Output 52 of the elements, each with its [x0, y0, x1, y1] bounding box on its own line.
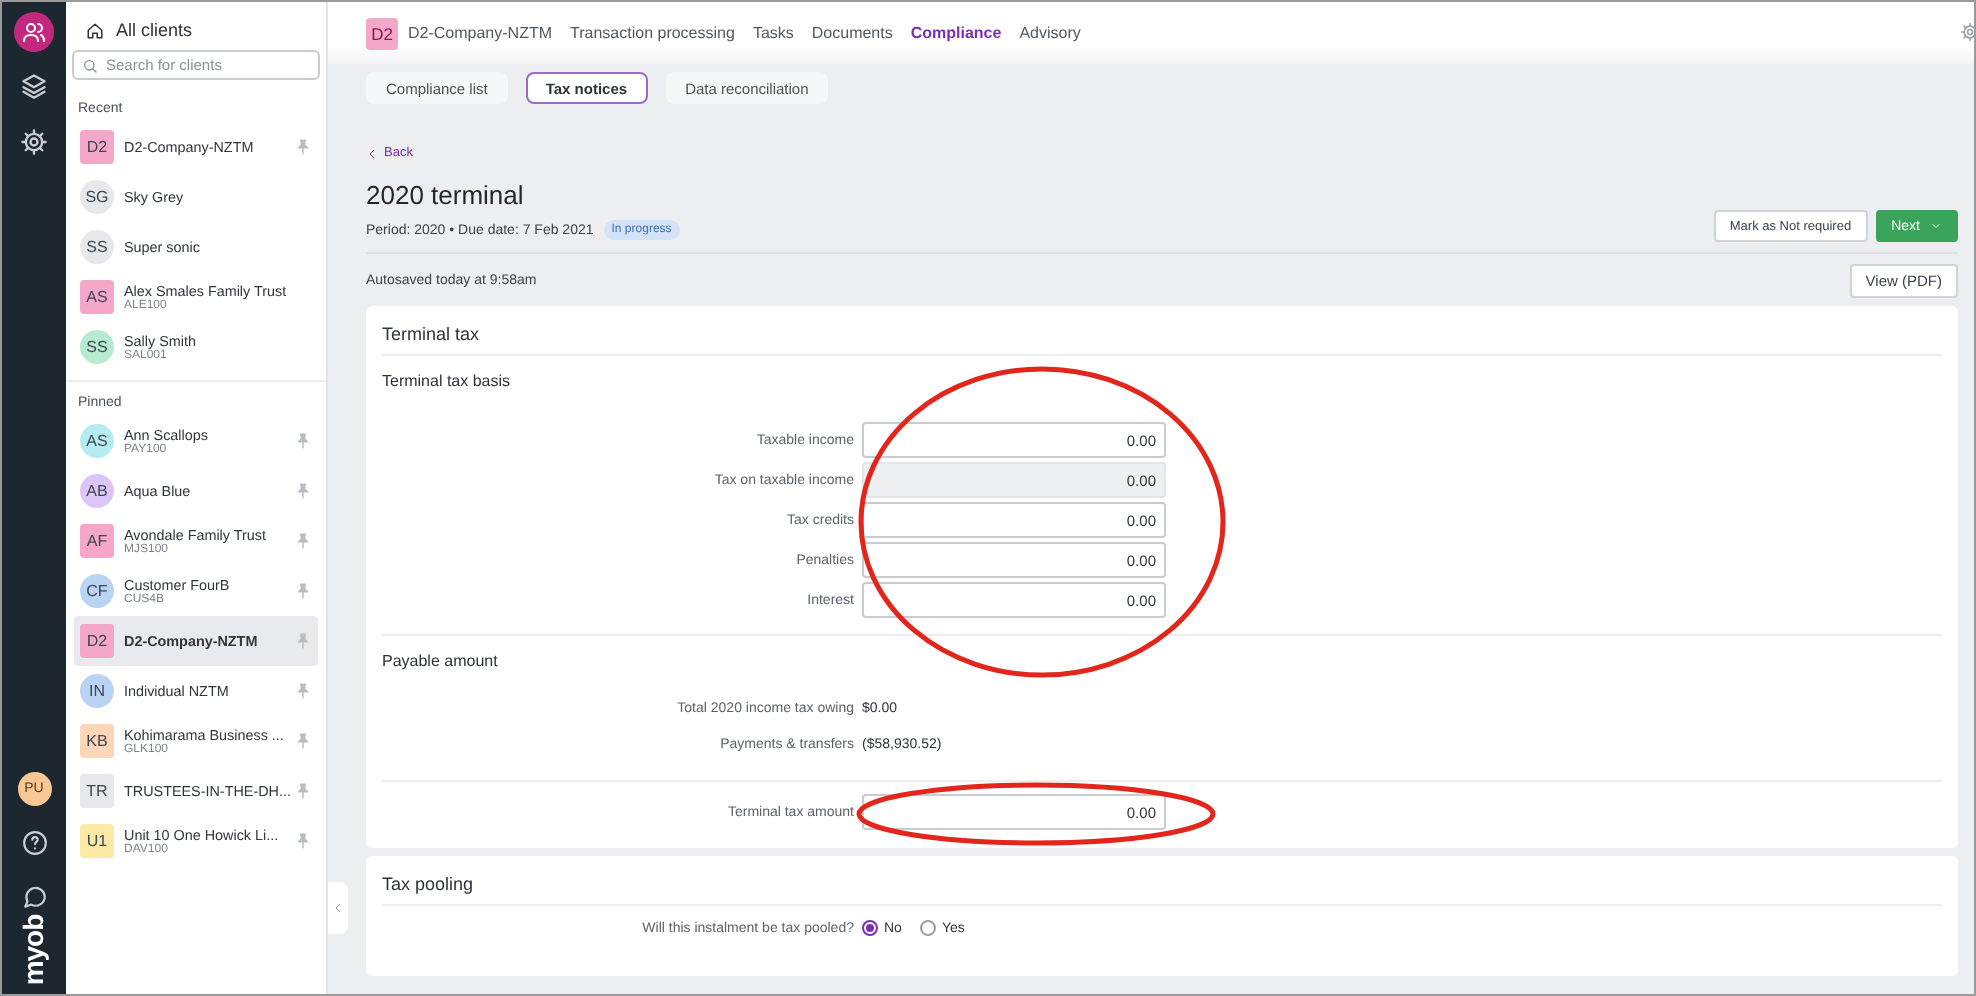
help-icon[interactable]	[21, 830, 47, 856]
caret-icon	[1930, 220, 1942, 232]
card-title: Tax pooling	[382, 856, 1942, 906]
nav-tab[interactable]: Tasks	[752, 24, 794, 42]
client-avatar: AS	[80, 424, 114, 458]
client-avatar: AB	[80, 474, 114, 508]
home-icon	[86, 21, 104, 39]
nav-tab[interactable]: Advisory	[1019, 24, 1081, 42]
pin-icon[interactable]	[294, 682, 312, 700]
radio-button[interactable]	[919, 920, 936, 936]
pin-icon[interactable]	[294, 782, 312, 800]
nav-tab[interactable]: Transaction processing	[570, 24, 735, 42]
client-avatar: TR	[80, 774, 114, 808]
logo: myob	[18, 914, 50, 986]
client-badge: D2	[366, 17, 398, 49]
section-heading: Payable amount	[382, 650, 500, 670]
nav-tab[interactable]: Compliance	[910, 24, 1002, 42]
users-icon	[22, 20, 46, 44]
pin-icon[interactable]	[294, 732, 312, 750]
client-avatar: D2	[80, 624, 114, 658]
client-avatar: SS	[80, 330, 114, 364]
pin-icon[interactable]	[294, 482, 312, 500]
pin-icon[interactable]	[294, 532, 312, 550]
nav-tab[interactable]: Documents	[811, 24, 893, 42]
client-avatar: D2	[80, 130, 114, 164]
pin-icon[interactable]	[294, 582, 312, 600]
section-heading: Terminal tax basis	[382, 370, 513, 390]
settings-icon[interactable]	[20, 128, 48, 156]
pin-icon[interactable]	[294, 432, 312, 450]
card-title: Terminal tax	[382, 306, 1942, 356]
pin-icon[interactable]	[294, 832, 312, 850]
client-avatar: AS	[80, 280, 114, 314]
layers-icon[interactable]	[20, 72, 48, 100]
pin-icon[interactable]	[294, 632, 312, 650]
client-avatar: CF	[80, 574, 114, 608]
client-avatar: IN	[80, 674, 114, 708]
search-icon	[82, 58, 98, 74]
pin-icon[interactable]	[294, 138, 312, 156]
radio-button[interactable]	[862, 920, 878, 936]
client-name: D2-Company-NZTM	[408, 24, 553, 42]
chevron-left-icon	[332, 902, 344, 914]
page-title: 2020 terminal	[366, 180, 526, 210]
client-avatar: SG	[80, 180, 114, 214]
clients-button[interactable]	[14, 12, 54, 52]
chat-icon[interactable]	[21, 884, 47, 910]
chevron-left-icon	[366, 147, 378, 159]
collapse-button[interactable]	[328, 882, 348, 934]
client-avatar: SS	[80, 230, 114, 264]
client-avatar: U1	[80, 824, 114, 858]
client-avatar: AF	[80, 524, 114, 558]
sidebar-title: All clients	[116, 20, 193, 40]
client-avatar: KB	[80, 724, 114, 758]
